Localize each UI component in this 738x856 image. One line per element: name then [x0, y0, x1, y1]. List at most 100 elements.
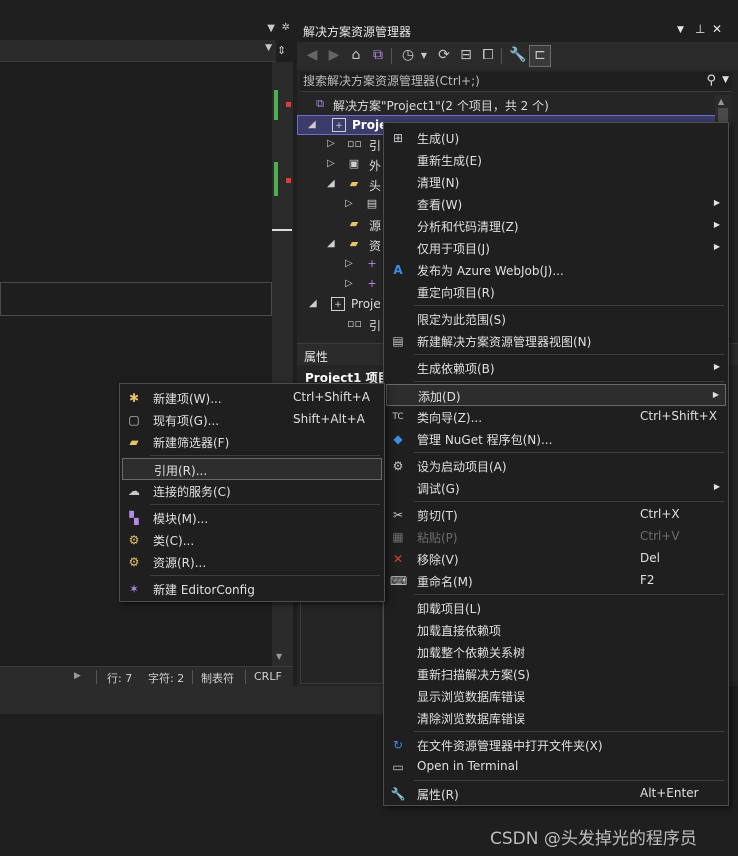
back-icon[interactable]: ◀	[303, 47, 321, 63]
menu-item-project-only[interactable]: 仅用于项目(J) ▶	[386, 237, 726, 259]
collapsed-arrow-icon[interactable]: ▷	[345, 278, 353, 289]
menu-item-retarget[interactable]: 重定向项目(R)	[386, 281, 726, 303]
panel-title: 解决方案资源管理器	[303, 25, 412, 39]
sync-icon[interactable]: ⟳	[435, 47, 453, 63]
scroll-right-icon[interactable]: ▶	[74, 671, 81, 681]
menu-item-nuget[interactable]: ◆ 管理 NuGet 程序包(N)...	[386, 428, 726, 450]
expanded-arrow-icon[interactable]: ◢	[309, 298, 317, 309]
menu-item-cut[interactable]: ✂ 剪切(T) Ctrl+X	[386, 504, 726, 526]
pin-icon[interactable]: ⊥	[695, 22, 705, 36]
split-editor-icon[interactable]: ⇕	[277, 44, 286, 57]
menu-item-view[interactable]: 查看(W) ▶	[386, 193, 726, 215]
chevron-down-icon[interactable]: ▼	[415, 51, 433, 60]
search-icon[interactable]: ⚲	[706, 73, 716, 88]
menu-item-build-dependencies[interactable]: 生成依赖项(B) ▶	[386, 357, 726, 379]
submenu-arrow-icon: ▶	[712, 390, 719, 399]
cpp-file-icon: +	[367, 277, 377, 290]
menu-item-rescan[interactable]: 重新扫描解决方案(S)	[386, 663, 726, 685]
submenu-item-existing-item[interactable]: ▢ 现有项(G)... Shift+Alt+A	[122, 409, 382, 431]
show-all-files-icon[interactable]: ⧠	[479, 47, 497, 63]
folder-icon: ▰	[349, 177, 359, 190]
forward-icon[interactable]: ▶	[325, 47, 343, 63]
references-icon: ▫▫	[347, 137, 362, 150]
menu-item-paste[interactable]: ▦ 粘贴(P) Ctrl+V	[386, 526, 726, 548]
menu-item-load-dep-tree[interactable]: 加载整个依赖关系树	[386, 641, 726, 663]
tree-item-solution[interactable]: ⧉ 解决方案"Project1"(2 个项目，共 2 个)	[297, 95, 717, 115]
status-line[interactable]: 行: 7	[107, 670, 132, 686]
project-context-menu: ⊞ 生成(U) 重新生成(E) 清理(N) 查看(W) ▶ 分析和代码清理(Z)…	[383, 122, 729, 806]
search-input[interactable]	[300, 72, 690, 90]
new-filter-icon: ▰	[129, 435, 139, 449]
new-item-icon: ✱	[128, 391, 140, 405]
error-marker	[286, 178, 291, 183]
submenu-item-connected-services[interactable]: ☁ 连接的服务(C)	[122, 480, 382, 502]
gear-icon: ⚙	[392, 459, 404, 473]
editor-navigation-bar[interactable]: ▼	[0, 40, 276, 62]
collapsed-arrow-icon[interactable]: ▷	[345, 198, 353, 209]
editor-tab-bar: ▼ ✲	[0, 20, 297, 40]
menu-item-load-direct-deps[interactable]: 加载直接依赖项	[386, 619, 726, 641]
resource-icon: ⚙	[128, 555, 140, 569]
menu-item-clean[interactable]: 清理(N)	[386, 171, 726, 193]
menu-item-rebuild[interactable]: 重新生成(E)	[386, 149, 726, 171]
expanded-arrow-icon[interactable]: ◢	[327, 178, 335, 189]
chevron-down-icon[interactable]: ▼	[722, 75, 729, 85]
expanded-arrow-icon[interactable]: ◢	[327, 238, 335, 249]
menu-item-scope[interactable]: 限定为此范围(S)	[386, 308, 726, 330]
switch-views-icon[interactable]: ⧉	[369, 47, 387, 63]
menu-item-clear-db-errors[interactable]: 清除浏览数据库错误	[386, 707, 726, 729]
menu-item-open-terminal[interactable]: ▭ Open in Terminal	[386, 756, 726, 778]
bottom-panel-tabs	[0, 686, 297, 714]
watermark: CSDN @头发掉光的程序员	[490, 829, 697, 849]
chevron-down-icon[interactable]: ▼	[265, 43, 272, 53]
menu-item-show-db-errors[interactable]: 显示浏览数据库错误	[386, 685, 726, 707]
menu-item-set-startup[interactable]: ⚙ 设为启动项目(A)	[386, 455, 726, 477]
submenu-item-editorconfig[interactable]: ✶ 新建 EditorConfig	[122, 578, 382, 600]
collapsed-arrow-icon[interactable]: ▷	[327, 138, 335, 149]
class-icon: ⚙	[128, 533, 140, 547]
wrench-icon[interactable]: 🔧	[509, 47, 527, 63]
menu-item-unload[interactable]: 卸载项目(L)	[386, 597, 726, 619]
collapse-all-icon[interactable]: ⊟	[457, 47, 475, 63]
submenu-item-new-filter[interactable]: ▰ 新建筛选器(F)	[122, 431, 382, 453]
folder-icon: ▰	[349, 217, 359, 230]
status-eol[interactable]: CRLF	[254, 670, 282, 683]
status-tabs[interactable]: 制表符	[201, 670, 234, 686]
expanded-arrow-icon[interactable]: ◢	[308, 119, 316, 130]
home-icon[interactable]: ⌂	[347, 47, 365, 63]
nuget-icon: ◆	[393, 432, 403, 446]
menu-item-remove[interactable]: ✕ 移除(V) Del	[386, 548, 726, 570]
menu-item-debug[interactable]: 调试(G) ▶	[386, 477, 726, 499]
menu-item-class-wizard[interactable]: TC 类向导(Z)... Ctrl+Shift+X	[386, 406, 726, 428]
submenu-item-new-item[interactable]: ✱ 新建项(W)... Ctrl+Shift+A	[122, 387, 382, 409]
collapsed-arrow-icon[interactable]: ▷	[327, 158, 335, 169]
submenu-item-module[interactable]: ▚ 模块(M)...	[122, 507, 382, 529]
scroll-up-icon[interactable]: ▲	[718, 97, 724, 106]
scissors-icon: ✂	[392, 508, 404, 522]
solution-explorer-titlebar: 解决方案资源管理器 ▼ ⊥ ✕	[297, 20, 738, 42]
menu-item-open-folder[interactable]: ↻ 在文件资源管理器中打开文件夹(X)	[386, 734, 726, 756]
chevron-down-icon[interactable]: ▼	[267, 23, 275, 34]
status-char[interactable]: 字符: 2	[148, 670, 184, 686]
submenu-item-reference[interactable]: 引用(R)...	[122, 458, 382, 480]
close-icon[interactable]: ✕	[712, 22, 722, 36]
scroll-down-icon[interactable]: ▼	[276, 652, 282, 661]
project-icon: +	[331, 297, 345, 311]
submenu-item-class[interactable]: ⚙ 类(C)...	[122, 529, 382, 551]
menu-item-build[interactable]: ⊞ 生成(U)	[386, 127, 726, 149]
submenu-item-resource[interactable]: ⚙ 资源(R)...	[122, 551, 382, 573]
solution-search-box[interactable]: ⚲ ▼	[300, 72, 732, 92]
header-file-icon: ▤	[366, 197, 378, 210]
menu-item-properties[interactable]: 🔧 属性(R) Alt+Enter	[386, 783, 726, 805]
collapsed-arrow-icon[interactable]: ▷	[345, 258, 353, 269]
menu-item-analyze[interactable]: 分析和代码清理(Z) ▶	[386, 215, 726, 237]
gear-icon[interactable]: ✲	[282, 22, 290, 33]
wrench-icon: 🔧	[390, 787, 406, 801]
menu-item-publish-azure[interactable]: A 发布为 Azure WebJob(J)...	[386, 259, 726, 281]
chevron-down-icon[interactable]: ▼	[677, 25, 684, 35]
menu-item-add[interactable]: 添加(D) ▶	[386, 384, 726, 406]
submenu-arrow-icon: ▶	[713, 242, 720, 251]
menu-item-rename[interactable]: ⌨ 重命名(M) F2	[386, 570, 726, 592]
menu-item-new-view[interactable]: ▤ 新建解决方案资源管理器视图(N)	[386, 330, 726, 352]
terminal-icon: ▭	[392, 760, 404, 774]
